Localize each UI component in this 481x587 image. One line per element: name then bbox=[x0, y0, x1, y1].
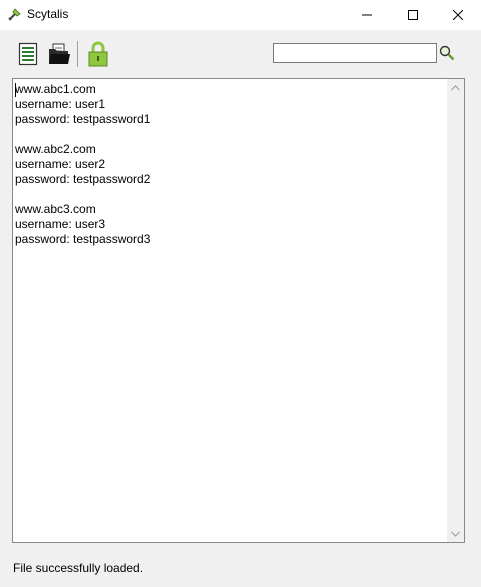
minimize-button[interactable] bbox=[344, 0, 390, 30]
search-icon bbox=[439, 45, 455, 61]
app-window: Scytalis www.abc1.com username: user1 pa… bbox=[0, 0, 481, 587]
editor-content[interactable]: www.abc1.com username: user1 password: t… bbox=[15, 82, 445, 247]
maximize-icon bbox=[408, 10, 418, 20]
vertical-scrollbar[interactable] bbox=[447, 79, 464, 542]
scroll-up-button[interactable] bbox=[447, 79, 464, 96]
status-text: File successfully loaded. bbox=[13, 561, 144, 575]
window-title: Scytalis bbox=[27, 7, 69, 21]
search-input[interactable] bbox=[273, 43, 437, 63]
chevron-up-icon bbox=[451, 84, 460, 90]
scroll-down-button[interactable] bbox=[447, 525, 464, 542]
chevron-down-icon bbox=[451, 531, 460, 537]
key-icon bbox=[7, 6, 23, 22]
search-button[interactable] bbox=[437, 43, 457, 63]
close-button[interactable] bbox=[435, 0, 481, 30]
toolbar bbox=[0, 30, 481, 76]
open-file-button[interactable] bbox=[46, 40, 72, 68]
new-file-button[interactable] bbox=[15, 40, 41, 68]
new-document-icon bbox=[18, 42, 38, 66]
lock-icon bbox=[88, 41, 108, 67]
minimize-icon bbox=[362, 14, 372, 16]
lock-button[interactable] bbox=[85, 40, 111, 68]
close-icon bbox=[453, 10, 463, 20]
content-textarea[interactable]: www.abc1.com username: user1 password: t… bbox=[12, 78, 465, 543]
toolbar-separator bbox=[77, 41, 78, 67]
title-bar[interactable]: Scytalis bbox=[0, 0, 481, 30]
open-folder-icon bbox=[49, 43, 70, 64]
maximize-button[interactable] bbox=[390, 0, 436, 30]
